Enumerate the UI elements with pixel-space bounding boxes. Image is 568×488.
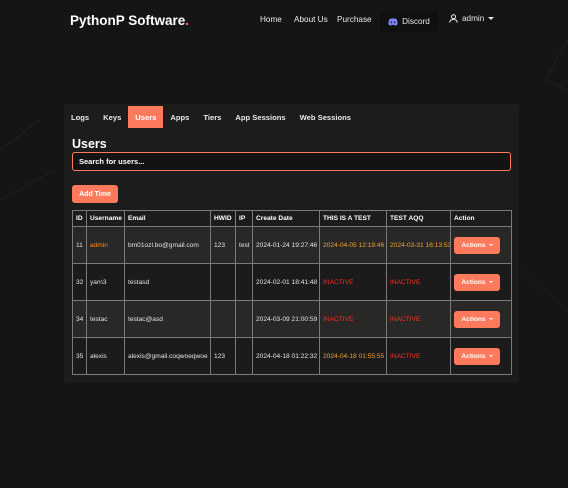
actions-dropdown-button[interactable]: Actions — [454, 347, 500, 365]
column-header-id[interactable]: ID — [72, 210, 87, 227]
actions-dropdown-button[interactable]: Actions — [454, 273, 500, 291]
cell-username: yarn3 — [86, 263, 125, 301]
tab-keys[interactable]: Keys — [96, 106, 128, 128]
cell-create-date: 2024-02-01 18:41:48 — [252, 263, 320, 301]
column-header-username[interactable]: Username — [86, 210, 125, 227]
cell-create-date: 2024-04-18 01:22:32 — [252, 337, 320, 375]
column-header-hwid[interactable]: HWID — [210, 210, 236, 227]
cell-ip — [235, 263, 253, 301]
nav-about-link[interactable]: About Us — [294, 15, 328, 24]
tab-apps[interactable]: Apps — [163, 106, 196, 128]
actions-dropdown-button[interactable]: Actions — [454, 310, 500, 328]
column-header-test-aqq[interactable]: TEST AQQ — [386, 210, 451, 227]
cell-this-is-a-test: INACTIVE — [319, 300, 387, 338]
cell-id: 32 — [72, 263, 87, 301]
tab-web-sessions[interactable]: Web Sessions — [293, 106, 358, 128]
page-title: Users — [72, 137, 107, 151]
table-row: 11 admin bm01ozl.bo@gmail.com 123 test 2… — [72, 226, 512, 264]
search-input[interactable]: Search for users... — [72, 152, 511, 171]
column-header-email[interactable]: Email — [124, 210, 211, 227]
tab-app-sessions[interactable]: App Sessions — [228, 106, 292, 128]
cell-this-is-a-test: 2024-04-18 01:55:55 — [319, 337, 387, 375]
navbar: PythonP Software. Home About Us Purchase… — [0, 0, 568, 42]
add-time-button[interactable]: Add Time — [72, 185, 118, 203]
cell-username: testac — [86, 300, 125, 338]
actions-label: Actions — [461, 241, 486, 249]
cell-action: Actions — [450, 300, 512, 338]
cell-create-date: 2024-01-24 19:27:46 — [252, 226, 320, 264]
cell-hwid: 123 — [210, 226, 236, 264]
cell-id: 11 — [72, 226, 87, 264]
cell-action: Actions — [450, 263, 512, 301]
cell-test-aqq: 2024-03-31 16:13:53 — [386, 226, 451, 264]
cell-email: testasd — [124, 263, 211, 301]
column-header-ip[interactable]: IP — [235, 210, 253, 227]
table-header-row: ID Username Email HWID IP Create Date TH… — [72, 210, 512, 227]
cell-email: testac@asd — [124, 300, 211, 338]
cell-username: admin — [86, 226, 125, 264]
chevron-down-icon — [488, 318, 493, 320]
chevron-down-icon — [488, 281, 493, 283]
cell-id: 35 — [72, 337, 87, 375]
tab-tiers[interactable]: Tiers — [196, 106, 228, 128]
cell-test-aqq: INACTIVE — [386, 300, 451, 338]
users-table: ID Username Email HWID IP Create Date TH… — [72, 210, 512, 375]
cell-username: alexis — [86, 337, 125, 375]
actions-dropdown-button[interactable]: Actions — [454, 236, 500, 254]
tab-bar: Logs Keys Users Apps Tiers App Sessions … — [64, 106, 358, 128]
brand-dot: . — [185, 13, 190, 28]
cell-ip: test — [235, 226, 253, 264]
table-row: 34 testac testac@asd 2024-03-09 21:00:59… — [72, 300, 512, 338]
cell-ip — [235, 300, 253, 338]
cell-id: 34 — [72, 300, 87, 338]
cell-hwid: 123 — [210, 337, 236, 375]
tab-logs[interactable]: Logs — [64, 106, 96, 128]
cell-hwid — [210, 300, 236, 338]
cell-this-is-a-test: INACTIVE — [319, 263, 387, 301]
table-row: 35 alexis alexis@gmail.coqwoeqwoe 123 20… — [72, 337, 512, 375]
user-menu[interactable]: admin — [449, 14, 495, 23]
actions-label: Actions — [461, 352, 486, 360]
column-header-create-date[interactable]: Create Date — [252, 210, 320, 227]
brand-logo[interactable]: PythonP Software. — [70, 13, 189, 28]
user-icon — [449, 14, 458, 23]
table-row: 32 yarn3 testasd 2024-02-01 18:41:48 INA… — [72, 263, 512, 301]
column-header-this-is-a-test[interactable]: THIS IS A TEST — [319, 210, 387, 227]
cell-test-aqq: INACTIVE — [386, 263, 451, 301]
discord-icon — [388, 17, 398, 26]
cell-test-aqq: INACTIVE — [386, 337, 451, 375]
cell-create-date: 2024-03-09 21:00:59 — [252, 300, 320, 338]
chevron-down-icon — [488, 17, 495, 20]
discord-label: Discord — [402, 17, 430, 26]
tab-users[interactable]: Users — [128, 106, 164, 128]
cell-action: Actions — [450, 226, 512, 264]
cell-email: bm01ozl.bo@gmail.com — [124, 226, 211, 264]
discord-button[interactable]: Discord — [380, 11, 438, 32]
chevron-down-icon — [488, 244, 493, 246]
actions-label: Actions — [461, 315, 486, 323]
nav-purchase-link[interactable]: Purchase — [337, 15, 372, 24]
cell-email: alexis@gmail.coqwoeqwoe — [124, 337, 211, 375]
column-header-action: Action — [450, 210, 512, 227]
cell-action: Actions — [450, 337, 512, 375]
cell-this-is-a-test: 2024-04-05 12:19:46 — [319, 226, 387, 264]
chevron-down-icon — [488, 355, 493, 357]
main-panel: Logs Keys Users Apps Tiers App Sessions … — [64, 104, 519, 383]
actions-label: Actions — [461, 278, 486, 286]
nav-home-link[interactable]: Home — [260, 15, 282, 24]
user-name: admin — [462, 14, 485, 23]
cell-ip — [235, 337, 253, 375]
cell-hwid — [210, 263, 236, 301]
brand-name: PythonP Software — [70, 13, 186, 28]
